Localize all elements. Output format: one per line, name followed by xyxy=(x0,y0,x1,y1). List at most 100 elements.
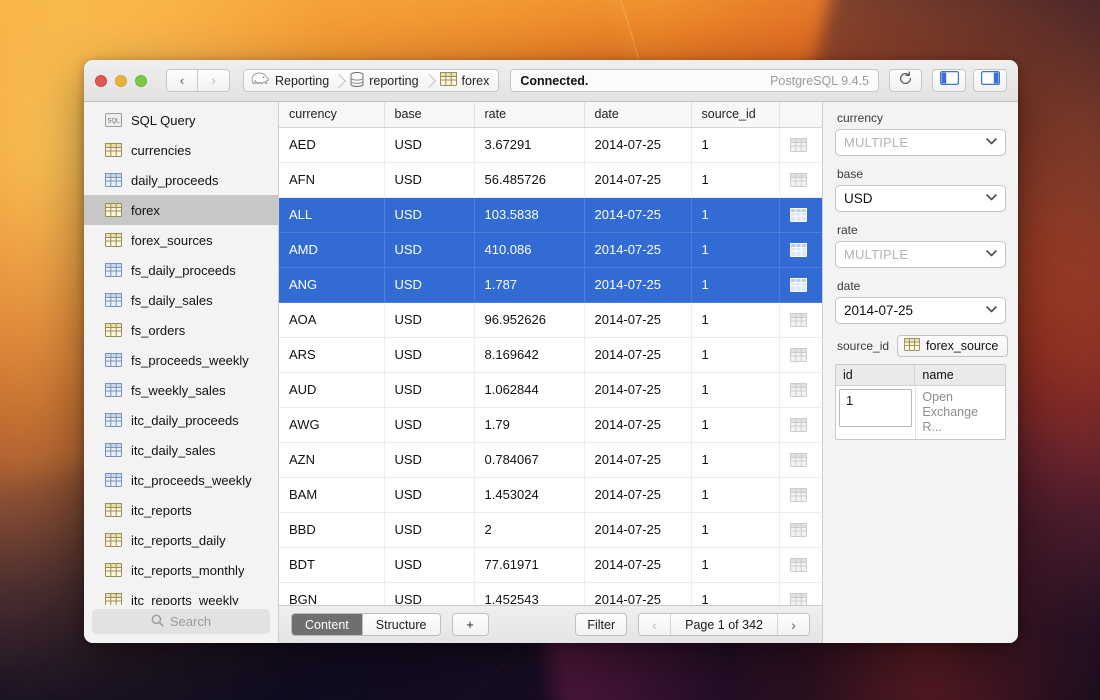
cell-currency[interactable]: ARS xyxy=(279,337,384,372)
table-link-icon[interactable] xyxy=(779,442,822,477)
cell-currency[interactable]: AZN xyxy=(279,442,384,477)
cell-source_id[interactable]: 1 xyxy=(691,372,779,407)
table-link-icon[interactable] xyxy=(779,582,822,605)
cell-base[interactable]: USD xyxy=(384,197,474,232)
zoom-button[interactable] xyxy=(135,75,147,87)
cell-currency[interactable]: BBD xyxy=(279,512,384,547)
cell-base[interactable]: USD xyxy=(384,267,474,302)
cell-date[interactable]: 2014-07-25 xyxy=(584,407,691,442)
cell-currency[interactable]: AMD xyxy=(279,232,384,267)
table-row[interactable]: ANGUSD1.7872014-07-251 xyxy=(279,267,822,302)
sidebar-item-itc-proceeds-weekly[interactable]: itc_proceeds_weekly xyxy=(84,465,278,495)
next-page-button[interactable]: › xyxy=(778,614,809,635)
cell-currency[interactable]: ANG xyxy=(279,267,384,302)
cell-rate[interactable]: 77.61971 xyxy=(474,547,584,582)
record-grid-scroll[interactable]: currencybaseratedatesource_id AEDUSD3.67… xyxy=(279,102,822,605)
previous-page-button[interactable]: ‹ xyxy=(639,614,670,635)
tab-content[interactable]: Content xyxy=(292,614,362,635)
cell-currency[interactable]: BGN xyxy=(279,582,384,605)
cell-rate[interactable]: 8.169642 xyxy=(474,337,584,372)
sidebar-item-currencies[interactable]: currencies xyxy=(84,135,278,165)
breadcrumb-item-table[interactable]: forex xyxy=(428,70,499,91)
table-link-icon[interactable] xyxy=(779,197,822,232)
cell-date[interactable]: 2014-07-25 xyxy=(584,197,691,232)
breadcrumb-item-database[interactable]: reporting xyxy=(338,70,427,91)
cell-base[interactable]: USD xyxy=(384,547,474,582)
cell-rate[interactable]: 1.062844 xyxy=(474,372,584,407)
cell-currency[interactable]: AOA xyxy=(279,302,384,337)
cell-currency[interactable]: AUD xyxy=(279,372,384,407)
cell-base[interactable]: USD xyxy=(384,442,474,477)
column-header-base[interactable]: base xyxy=(384,102,474,127)
cell-base[interactable]: USD xyxy=(384,582,474,605)
sidebar-item-itc-daily-proceeds[interactable]: itc_daily_proceeds xyxy=(84,405,278,435)
table-row[interactable]: AWGUSD1.792014-07-251 xyxy=(279,407,822,442)
cell-date[interactable]: 2014-07-25 xyxy=(584,442,691,477)
cell-source_id[interactable]: 1 xyxy=(691,337,779,372)
cell-base[interactable]: USD xyxy=(384,232,474,267)
cell-date[interactable]: 2014-07-25 xyxy=(584,127,691,162)
cell-rate[interactable]: 0.784067 xyxy=(474,442,584,477)
sidebar-item-forex[interactable]: forex xyxy=(84,195,278,225)
table-row[interactable]: BGNUSD1.4525432014-07-251 xyxy=(279,582,822,605)
sidebar-object-list[interactable]: SQLSQL Querycurrenciesdaily_proceedsfore… xyxy=(84,102,278,605)
cell-source_id[interactable]: 1 xyxy=(691,442,779,477)
refresh-button[interactable] xyxy=(889,69,922,92)
cell-currency[interactable]: BAM xyxy=(279,477,384,512)
cell-source_id[interactable]: 1 xyxy=(691,407,779,442)
column-header-date[interactable]: date xyxy=(584,102,691,127)
cell-rate[interactable]: 103.5838 xyxy=(474,197,584,232)
cell-currency[interactable]: AWG xyxy=(279,407,384,442)
cell-base[interactable]: USD xyxy=(384,512,474,547)
table-link-icon[interactable] xyxy=(779,127,822,162)
cell-date[interactable]: 2014-07-25 xyxy=(584,337,691,372)
minimize-button[interactable] xyxy=(115,75,127,87)
cell-source_id[interactable]: 1 xyxy=(691,547,779,582)
cell-date[interactable]: 2014-07-25 xyxy=(584,372,691,407)
inspector-popup-date[interactable]: 2014-07-25 xyxy=(835,297,1006,324)
cell-rate[interactable]: 1.453024 xyxy=(474,477,584,512)
cell-rate[interactable]: 56.485726 xyxy=(474,162,584,197)
cell-source_id[interactable]: 1 xyxy=(691,582,779,605)
cell-source_id[interactable]: 1 xyxy=(691,302,779,337)
close-button[interactable] xyxy=(95,75,107,87)
forex-source-chip[interactable]: forex_source xyxy=(897,335,1008,357)
table-link-icon[interactable] xyxy=(779,477,822,512)
back-button[interactable]: ‹ xyxy=(166,69,198,92)
sidebar-item-fs-daily-sales[interactable]: fs_daily_sales xyxy=(84,285,278,315)
cell-date[interactable]: 2014-07-25 xyxy=(584,582,691,605)
table-link-icon[interactable] xyxy=(779,162,822,197)
tab-structure[interactable]: Structure xyxy=(362,614,440,635)
table-row[interactable]: AOAUSD96.9526262014-07-251 xyxy=(279,302,822,337)
cell-rate[interactable]: 410.086 xyxy=(474,232,584,267)
table-link-icon[interactable] xyxy=(779,372,822,407)
table-row[interactable]: BBDUSD22014-07-251 xyxy=(279,512,822,547)
cell-source_id[interactable]: 1 xyxy=(691,127,779,162)
filter-button[interactable]: Filter xyxy=(575,613,627,636)
sidebar-item-itc-daily-sales[interactable]: itc_daily_sales xyxy=(84,435,278,465)
column-header-source_id[interactable]: source_id xyxy=(691,102,779,127)
table-row[interactable]: AUDUSD1.0628442014-07-251 xyxy=(279,372,822,407)
cell-date[interactable]: 2014-07-25 xyxy=(584,512,691,547)
cell-date[interactable]: 2014-07-25 xyxy=(584,162,691,197)
toggle-right-inspector-button[interactable] xyxy=(973,69,1007,92)
cell-base[interactable]: USD xyxy=(384,337,474,372)
table-row[interactable]: BAMUSD1.4530242014-07-251 xyxy=(279,477,822,512)
table-link-icon[interactable] xyxy=(779,302,822,337)
sidebar-item-fs-proceeds-weekly[interactable]: fs_proceeds_weekly xyxy=(84,345,278,375)
table-row[interactable]: BDTUSD77.619712014-07-251 xyxy=(279,547,822,582)
sidebar-item-itc-reports[interactable]: itc_reports xyxy=(84,495,278,525)
cell-rate[interactable]: 2 xyxy=(474,512,584,547)
add-row-button[interactable]: + xyxy=(452,613,489,636)
table-row[interactable]: AFNUSD56.4857262014-07-251 xyxy=(279,162,822,197)
cell-source_id[interactable]: 1 xyxy=(691,232,779,267)
cell-source_id[interactable]: 1 xyxy=(691,197,779,232)
table-link-icon[interactable] xyxy=(779,337,822,372)
cell-base[interactable]: USD xyxy=(384,407,474,442)
breadcrumb-item-server[interactable]: Reporting xyxy=(244,70,338,91)
table-link-icon[interactable] xyxy=(779,512,822,547)
sidebar-search-field[interactable]: Search xyxy=(92,609,270,634)
cell-currency[interactable]: AED xyxy=(279,127,384,162)
cell-base[interactable]: USD xyxy=(384,477,474,512)
cell-source_id[interactable]: 1 xyxy=(691,477,779,512)
